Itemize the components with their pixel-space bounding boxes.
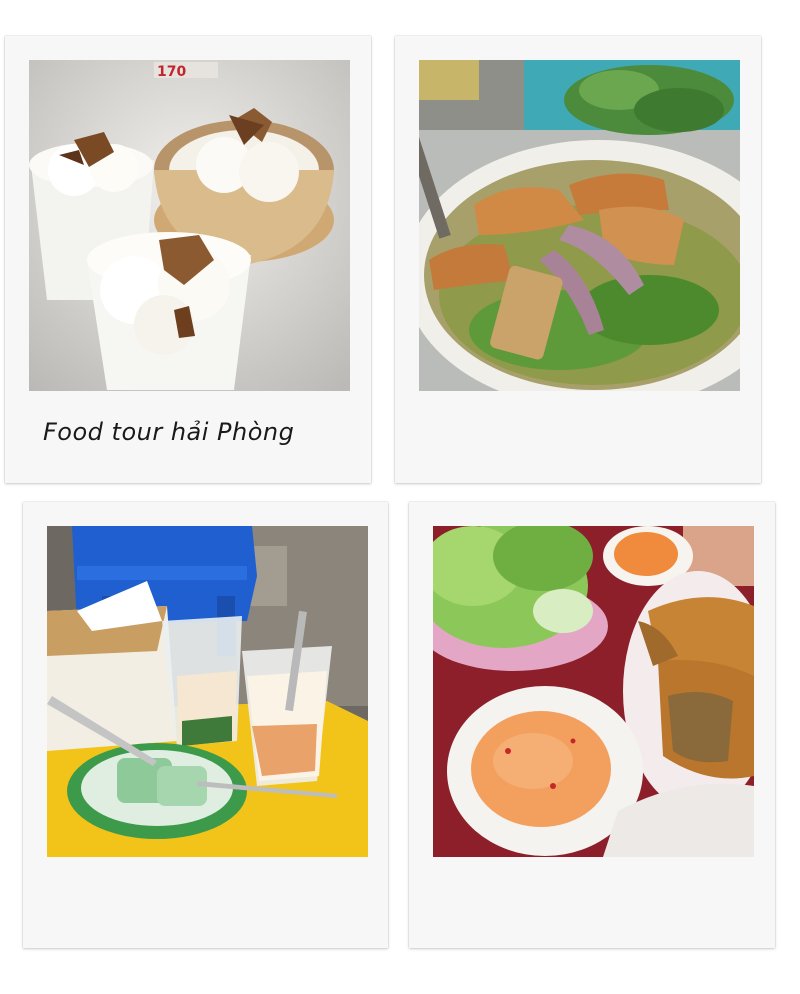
photo-che-dessert — [47, 526, 368, 857]
photo-crab-noodle-and-spring-rolls — [433, 526, 754, 857]
polaroid-card-3 — [23, 502, 388, 948]
photo-coconut-ice-cream: 170 — [29, 60, 350, 391]
collage-caption: Food tour hải Phòng — [43, 418, 295, 446]
polaroid-card-4 — [409, 502, 775, 948]
polaroid-card-1: 170 Food tour hải Phòng — [5, 36, 371, 483]
polaroid-card-2 — [395, 36, 761, 483]
price-sign-text: 170 — [157, 64, 186, 80]
photo-mantis-shrimp-noodle-soup — [419, 60, 740, 391]
